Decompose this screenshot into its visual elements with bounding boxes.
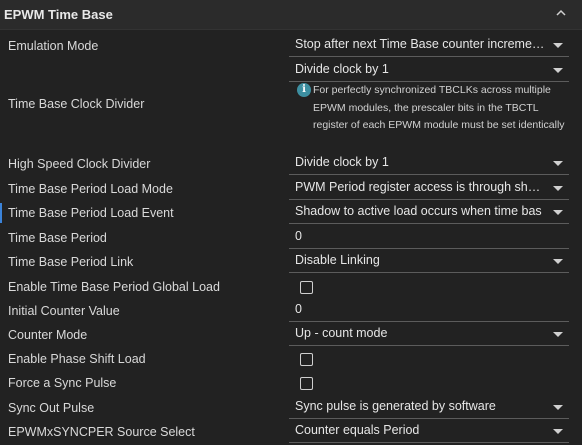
counter-mode-label: Counter Mode <box>8 328 88 342</box>
chevron-down-icon <box>553 186 563 191</box>
initial-counter-label: Initial Counter Value <box>8 304 120 318</box>
period-load-mode-value: PWM Period register access is through sh… <box>295 180 545 194</box>
period-load-event-value: Shadow to active load occurs when time b… <box>295 204 542 218</box>
chevron-down-icon <box>553 68 563 73</box>
period-link-select[interactable]: Disable Linking <box>289 252 569 273</box>
sync-out-select[interactable]: Sync pulse is generated by software <box>289 398 569 419</box>
period-value: 0 <box>295 229 302 243</box>
period-load-mode-label: Time Base Period Load Mode <box>8 182 173 196</box>
emulation-mode-label: Emulation Mode <box>8 39 99 53</box>
section-title: EPWM Time Base <box>4 7 113 22</box>
clock-divider-select[interactable]: Divide clock by 1 <box>289 61 569 82</box>
initial-counter-input[interactable]: 0 <box>289 301 569 322</box>
chevron-down-icon <box>553 405 563 410</box>
emulation-mode-value: Stop after next Time Base counter increm… <box>295 37 545 51</box>
chevron-down-icon <box>553 332 563 337</box>
section-header[interactable]: EPWM Time Base <box>0 0 582 30</box>
phase-shift-checkbox[interactable] <box>300 353 313 366</box>
syncper-source-select[interactable]: Counter equals Period <box>289 422 569 443</box>
syncper-source-value: Counter equals Period <box>295 423 420 437</box>
emulation-mode-select[interactable]: Stop after next Time Base counter increm… <box>289 36 569 57</box>
chevron-down-icon <box>553 43 563 48</box>
period-link-value: Disable Linking <box>295 253 380 267</box>
counter-mode-value: Up - count mode <box>295 326 388 340</box>
hs-clock-divider-value: Divide clock by 1 <box>295 155 389 169</box>
chevron-up-icon[interactable] <box>554 6 568 20</box>
hs-clock-divider-label: High Speed Clock Divider <box>8 157 151 171</box>
sync-pulse-label: Force a Sync Pulse <box>8 376 117 390</box>
sync-out-label: Sync Out Pulse <box>8 401 95 415</box>
initial-counter-value: 0 <box>295 302 302 316</box>
period-load-mode-select[interactable]: PWM Period register access is through sh… <box>289 179 569 200</box>
phase-shift-label: Enable Phase Shift Load <box>8 352 146 366</box>
period-link-label: Time Base Period Link <box>8 255 134 269</box>
global-load-label: Enable Time Base Period Global Load <box>8 280 220 294</box>
clock-divider-value: Divide clock by 1 <box>295 62 389 76</box>
sync-out-value: Sync pulse is generated by software <box>295 399 496 413</box>
chevron-down-icon <box>553 259 563 264</box>
hs-clock-divider-select[interactable]: Divide clock by 1 <box>289 154 569 175</box>
global-load-checkbox[interactable] <box>300 281 313 294</box>
period-load-event-label: Time Base Period Load Event <box>8 206 174 220</box>
period-input[interactable]: 0 <box>289 228 569 249</box>
chevron-down-icon <box>553 161 563 166</box>
info-icon: i <box>297 83 311 97</box>
chevron-down-icon <box>553 210 563 215</box>
clock-divider-label: Time Base Clock Divider <box>8 97 145 111</box>
period-load-event-select[interactable]: Shadow to active load occurs when time b… <box>289 203 569 224</box>
clock-divider-info: For perfectly synchronized TBCLKs across… <box>313 84 565 131</box>
sync-pulse-checkbox[interactable] <box>300 377 313 390</box>
syncper-source-label: EPWMxSYNCPER Source Select <box>8 425 195 439</box>
counter-mode-select[interactable]: Up - count mode <box>289 325 569 346</box>
period-label: Time Base Period <box>8 231 107 245</box>
chevron-down-icon <box>553 429 563 434</box>
